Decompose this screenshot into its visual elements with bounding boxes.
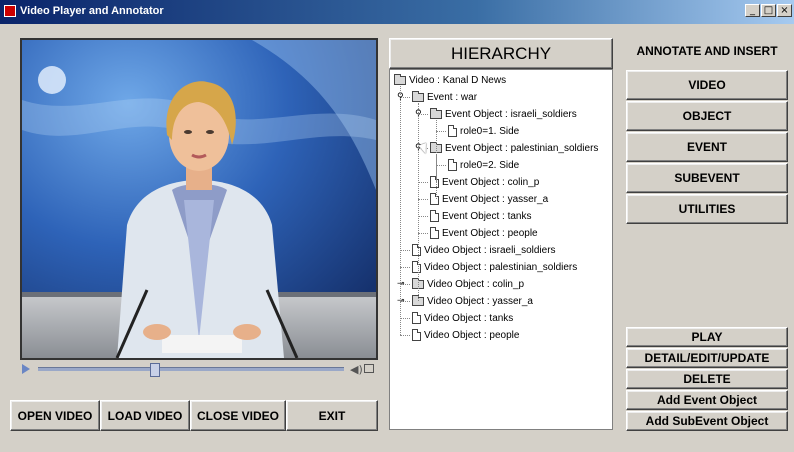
utilities-annotate-button[interactable]: UTILITIES: [626, 194, 788, 224]
video-annotate-button[interactable]: VIDEO: [626, 70, 788, 100]
fullscreen-icon[interactable]: [364, 364, 374, 373]
tree-connector: [418, 233, 428, 234]
file-icon: [430, 193, 439, 205]
tree-node-label: Event : war: [427, 91, 478, 103]
tree-node[interactable]: Event Object : palestinian_soldiers: [430, 140, 598, 156]
file-icon: [412, 244, 421, 256]
seek-track[interactable]: [38, 363, 344, 377]
tree-node-label: Event Object : yasser_a: [442, 193, 549, 205]
tree-node-label: role0=1. Side: [460, 125, 520, 137]
tree-node[interactable]: Event Object : colin_p: [430, 174, 539, 190]
tree-node-label: Video Object : colin_p: [427, 278, 525, 290]
tree-connector: [436, 154, 437, 182]
open-video-button[interactable]: OPEN VIDEO: [10, 400, 100, 431]
video-player[interactable]: [20, 38, 378, 360]
add-event-object-button[interactable]: Add Event Object: [626, 390, 788, 410]
tree-connector: [418, 103, 419, 301]
seek-thumb[interactable]: [150, 363, 160, 377]
tree-connector: [400, 86, 401, 335]
close-button[interactable]: ×: [777, 4, 792, 17]
file-icon: [430, 210, 439, 222]
tree-node-label: Event Object : palestinian_soldiers: [445, 142, 599, 154]
tree-node[interactable]: Video Object : tanks: [412, 310, 513, 326]
hierarchy-tree[interactable]: Video : Kanal D News ⚲ Event : war ⚲ Event O…: [389, 69, 613, 430]
tree-node-label: Event Object : israeli_soldiers: [445, 108, 577, 120]
tree-connector: [400, 335, 410, 336]
delete-button[interactable]: DELETE: [626, 369, 788, 389]
file-icon: [430, 176, 439, 188]
file-icon: [448, 159, 457, 171]
tree-connector: [400, 318, 410, 319]
event-annotate-button[interactable]: EVENT: [626, 132, 788, 162]
tree-node-label: Video Object : israeli_soldiers: [424, 244, 556, 256]
tree-node[interactable]: Event Object : yasser_a: [430, 191, 548, 207]
tree-node-label: Video : Kanal D News: [409, 74, 507, 86]
play-button[interactable]: PLAY: [626, 327, 788, 347]
close-video-button[interactable]: CLOSE VIDEO: [190, 400, 286, 431]
tree-node-label: Video Object : people: [424, 329, 520, 341]
file-icon: [412, 329, 421, 341]
volume-icon[interactable]: ◀): [350, 363, 363, 376]
tree-connector: [400, 267, 410, 268]
video-frame-image: [22, 40, 376, 358]
folder-icon: [412, 90, 424, 102]
tree-node-label: Event Object : colin_p: [442, 176, 540, 188]
folder-icon: [430, 107, 442, 119]
tree-node[interactable]: Video Object : israeli_soldiers: [412, 242, 556, 258]
file-icon: [412, 261, 421, 273]
tree-node[interactable]: Video Object : colin_p: [412, 276, 524, 292]
tree-node[interactable]: Event : war: [412, 89, 477, 105]
minimize-button[interactable]: _: [745, 4, 760, 17]
tree-connector: [418, 216, 428, 217]
tree-node-label: Event Object : people: [442, 227, 538, 239]
tree-connector: [436, 165, 446, 166]
tree-node[interactable]: Video : Kanal D News: [394, 72, 506, 88]
tree-connector: [436, 131, 446, 132]
tree-node[interactable]: Video Object : palestinian_soldiers: [412, 259, 577, 275]
mouse-cursor-icon: [418, 142, 430, 156]
file-icon: [448, 125, 457, 137]
seek-bar[interactable]: ◀): [20, 361, 378, 377]
tree-connector: [418, 199, 428, 200]
file-icon: [412, 312, 421, 324]
video-controls: OPEN VIDEO LOAD VIDEO CLOSE VIDEO EXIT: [10, 400, 378, 431]
hierarchy-header[interactable]: HIERARCHY: [389, 38, 613, 69]
tree-node[interactable]: role0=2. Side: [448, 157, 519, 173]
play-icon[interactable]: [22, 364, 30, 374]
tree-connector: [400, 250, 410, 251]
tree-node-label: Video Object : tanks: [424, 312, 514, 324]
tree-connector: [418, 182, 428, 183]
annotate-title: ANNOTATE AND INSERT: [636, 44, 778, 58]
title-bar: Video Player and Annotator _ □ ×: [0, 0, 794, 24]
tree-node[interactable]: Video Object : yasser_a: [412, 293, 533, 309]
file-icon: [430, 227, 439, 239]
object-annotate-button[interactable]: OBJECT: [626, 101, 788, 131]
window-title: Video Player and Annotator: [20, 5, 164, 17]
tree-node[interactable]: Event Object : israeli_soldiers: [430, 106, 577, 122]
tree-node[interactable]: Event Object : tanks: [430, 208, 532, 224]
detail-edit-update-button[interactable]: DETAIL/EDIT/UPDATE: [626, 348, 788, 368]
tree-node[interactable]: role0=1. Side: [448, 123, 519, 139]
add-subevent-object-button[interactable]: Add SubEvent Object: [626, 411, 788, 431]
app-icon: [4, 5, 16, 17]
tree-node[interactable]: Event Object : people: [430, 225, 538, 241]
tree-node-label: Video Object : palestinian_soldiers: [424, 261, 578, 273]
tree-node-label: role0=2. Side: [460, 159, 520, 171]
tree-node[interactable]: Video Object : people: [412, 327, 519, 343]
tree-node-label: Video Object : yasser_a: [427, 295, 533, 307]
maximize-button[interactable]: □: [761, 4, 776, 17]
load-video-button[interactable]: LOAD VIDEO: [100, 400, 190, 431]
subevent-annotate-button[interactable]: SUBEVENT: [626, 163, 788, 193]
tree-node-label: Event Object : tanks: [442, 210, 532, 222]
folder-icon: [394, 73, 406, 85]
exit-button[interactable]: EXIT: [286, 400, 378, 431]
